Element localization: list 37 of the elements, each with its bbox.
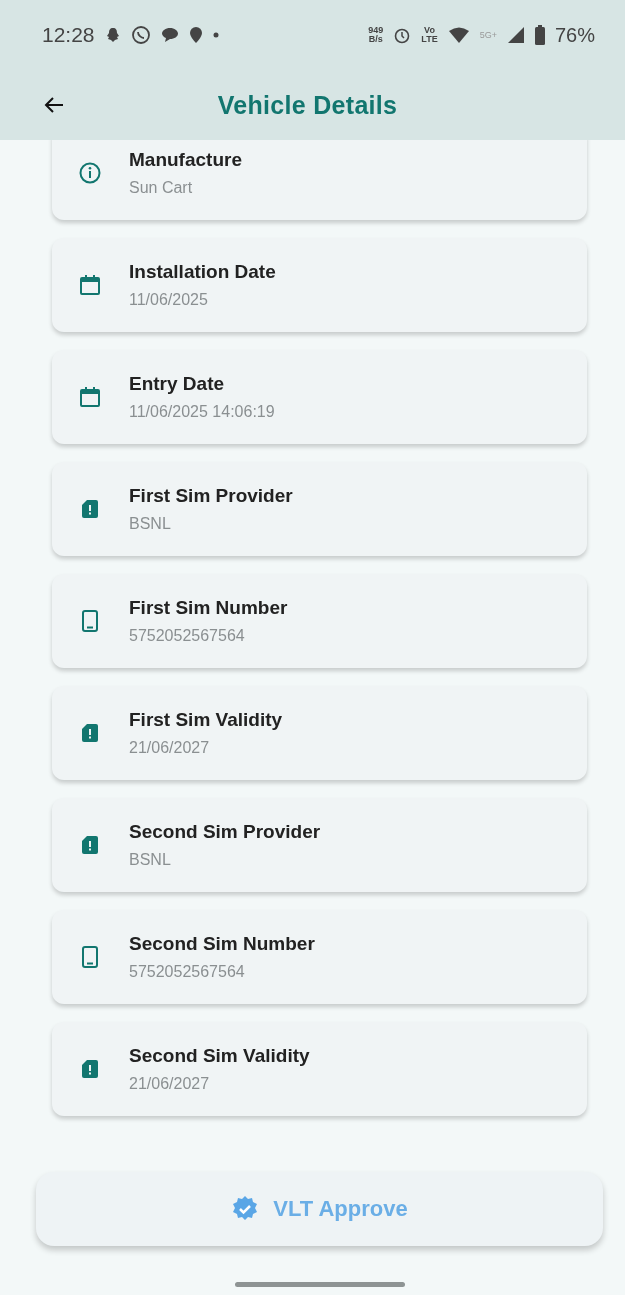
detail-label: Installation Date	[129, 261, 276, 283]
screen-title: Vehicle Details	[216, 90, 399, 120]
detail-label: Second Sim Number	[129, 933, 315, 955]
detail-value: BSNL	[129, 851, 172, 869]
detail-value: 11/06/2025 14:06:19	[129, 403, 275, 421]
detail-value: Sun Cart	[129, 179, 194, 197]
detail-label: Entry Date	[129, 373, 226, 395]
calendar-icon	[78, 273, 102, 297]
detail-value: BSNL	[129, 515, 172, 533]
detail-value: 21/06/2027	[129, 1075, 211, 1093]
message-icon	[160, 27, 179, 43]
detail-label: Manufacture	[129, 149, 242, 171]
info-icon	[78, 161, 102, 185]
volte-indicator: Vo LTE	[421, 26, 438, 44]
dot-icon	[212, 32, 219, 38]
calendar-icon	[78, 385, 102, 409]
approve-button[interactable]: VLT Approve	[36, 1172, 603, 1246]
detail-label: First Sim Provider	[129, 485, 293, 507]
ghost-icon	[104, 27, 121, 43]
network-speed: 949 B/s	[368, 26, 384, 44]
detail-value: 21/06/2027	[129, 739, 211, 757]
detail-label: Second Sim Validity	[129, 1045, 310, 1067]
wifi-icon	[447, 27, 470, 43]
status-time: 12:28	[42, 23, 95, 47]
signal-icon	[506, 26, 525, 44]
battery-icon	[534, 25, 545, 45]
detail-value: 11/06/2025	[129, 291, 209, 309]
detail-value: 5752052567564	[129, 627, 246, 645]
chat-bubble-icon	[130, 25, 151, 45]
alarm-icon	[393, 26, 412, 44]
detail-label: Second Sim Provider	[129, 821, 321, 843]
detail-label: First Sim Number	[129, 597, 288, 619]
detail-label: First Sim Validity	[129, 709, 283, 731]
battery-level: 76%	[554, 23, 595, 47]
network-type: 5G+	[479, 30, 497, 40]
verified-badge-icon	[231, 1195, 260, 1223]
detail-value: 5752052567564	[129, 963, 246, 981]
